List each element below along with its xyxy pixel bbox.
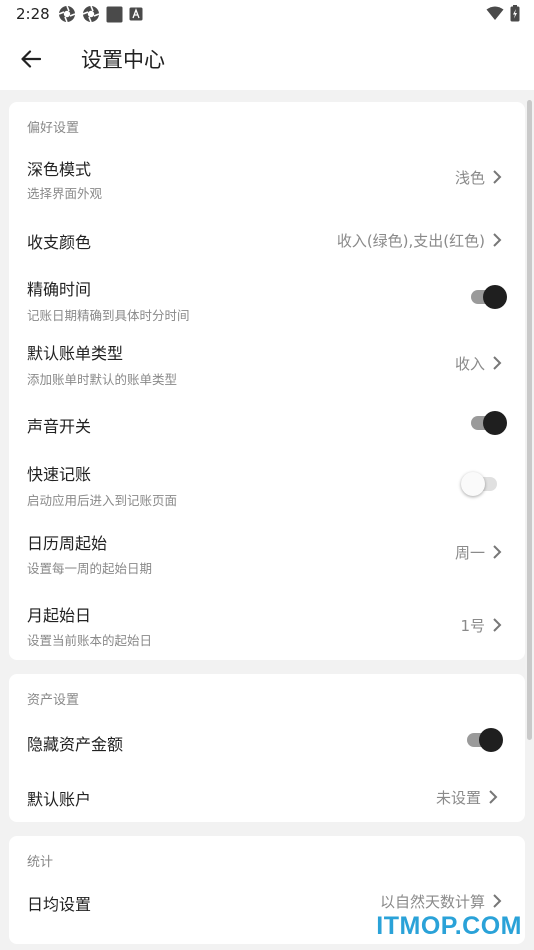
row-subtitle: 选择界面外观 — [27, 186, 103, 201]
hide-asset-amount-row: 隐藏资产金额 — [9, 714, 525, 768]
hide-asset-amount-switch[interactable] — [465, 728, 503, 752]
chevron-right-icon — [493, 233, 502, 247]
chevron-right-icon — [493, 356, 502, 370]
row-subtitle: 设置当前账本的起始日 — [27, 633, 153, 648]
quick-record-switch[interactable] — [461, 472, 501, 496]
row-title: 深色模式 — [27, 160, 92, 179]
section-title-preferences: 偏好设置 — [27, 121, 80, 136]
row-title: 日均设置 — [27, 895, 92, 914]
font-a-icon — [129, 7, 143, 21]
chevron-right-icon — [493, 618, 502, 632]
row-value: 1号 — [460, 617, 485, 635]
row-title: 收支颜色 — [27, 233, 92, 252]
aperture-icon — [82, 5, 100, 23]
calendar-week-start-row[interactable]: 日历周起始 设置每一周的起始日期 周一 — [9, 522, 525, 586]
month-start-day-row[interactable]: 月起始日 设置当前账本的起始日 1号 — [9, 592, 525, 656]
status-system-icons — [486, 5, 520, 22]
row-value: 收入(绿色),支出(红色) — [336, 232, 485, 250]
preferences-card: 偏好设置 深色模式 选择界面外观 浅色 收支颜色 收入(绿色),支出(红色) 精… — [9, 102, 525, 660]
row-title: 默认账单类型 — [27, 344, 124, 363]
default-account-row[interactable]: 默认账户 未设置 — [9, 770, 525, 820]
row-value: 周一 — [454, 544, 485, 562]
dark-mode-row[interactable]: 深色模式 选择界面外观 浅色 — [9, 142, 525, 206]
row-value: 浅色 — [454, 169, 485, 187]
app-bar: 设置中心 — [0, 28, 534, 90]
quick-record-row: 快速记账 启动应用后进入到记账页面 — [9, 456, 525, 520]
precise-time-switch[interactable] — [469, 285, 507, 309]
sound-row: 声音开关 — [9, 398, 525, 454]
battery-icon — [510, 5, 520, 22]
row-subtitle: 启动应用后进入到记账页面 — [27, 493, 178, 508]
page-title: 设置中心 — [81, 48, 165, 72]
row-value: 收入 — [454, 355, 485, 373]
row-title: 月起始日 — [27, 606, 92, 625]
scrollbar[interactable] — [527, 100, 532, 740]
default-bill-type-row[interactable]: 默认账单类型 添加账单时默认的账单类型 收入 — [9, 334, 525, 394]
row-title: 声音开关 — [27, 417, 92, 436]
back-button[interactable] — [14, 42, 48, 76]
row-value: 未设置 — [435, 789, 481, 807]
row-title: 快速记账 — [27, 465, 92, 484]
row-title: 默认账户 — [27, 790, 92, 809]
wifi-icon — [486, 6, 504, 20]
row-subtitle: 添加账单时默认的账单类型 — [27, 372, 178, 387]
row-value: 以自然天数计算 — [379, 893, 485, 911]
precise-time-row: 精确时间 记账日期精确到具体时分时间 — [9, 270, 525, 334]
sound-switch[interactable] — [469, 411, 507, 435]
chevron-right-icon — [493, 545, 502, 559]
row-subtitle: 设置每一周的起始日期 — [27, 561, 153, 576]
row-title: 日历周起始 — [27, 534, 108, 553]
section-title-assets: 资产设置 — [27, 693, 80, 708]
square-icon — [106, 6, 123, 22]
section-title-statistics: 统计 — [27, 855, 54, 870]
aperture-icon — [58, 5, 76, 23]
status-notification-icons — [58, 5, 143, 23]
chevron-right-icon — [493, 894, 502, 908]
arrow-left-icon — [21, 50, 41, 68]
chevron-right-icon — [493, 170, 502, 184]
row-title: 隐藏资产金额 — [27, 735, 124, 754]
status-time: 2:28 — [16, 5, 50, 23]
income-expense-color-row[interactable]: 收支颜色 收入(绿色),支出(红色) — [9, 212, 525, 268]
row-title: 精确时间 — [27, 280, 92, 299]
row-subtitle: 记账日期精确到具体时分时间 — [27, 308, 190, 323]
status-bar: 2:28 — [0, 0, 534, 28]
chevron-right-icon — [489, 790, 498, 804]
asset-settings-card: 资产设置 隐藏资产金额 默认账户 未设置 — [9, 674, 525, 822]
watermark-text: ITMOP.COM — [376, 912, 522, 940]
